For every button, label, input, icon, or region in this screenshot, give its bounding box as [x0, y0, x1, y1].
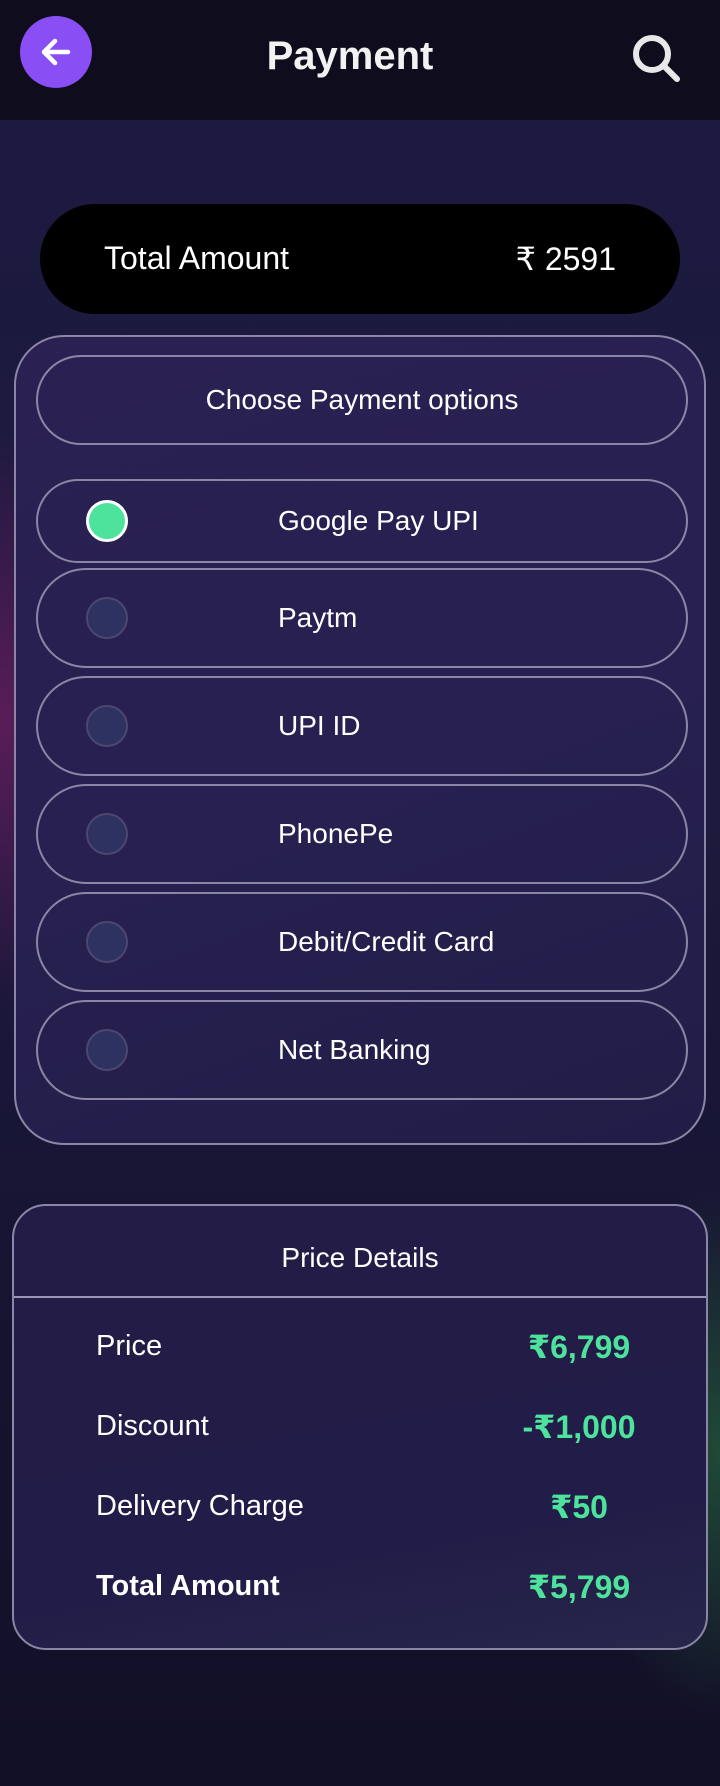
- total-amount-label: Total Amount: [104, 240, 289, 276]
- radio-net-banking[interactable]: [86, 1029, 128, 1071]
- search-button[interactable]: [628, 30, 684, 86]
- radio-upi-id[interactable]: [86, 705, 128, 747]
- option-label-google-pay-upi: Google Pay UPI: [278, 505, 479, 536]
- price-details-heading: Price Details: [281, 1242, 439, 1273]
- search-icon: [633, 35, 680, 82]
- price-details-panel: Price Details Price ₹6,799 Discount -₹1,…: [12, 1204, 708, 1650]
- payment-options-heading: Choose Payment options: [36, 355, 688, 445]
- option-label-phonepe: PhonePe: [278, 818, 394, 849]
- option-debit-credit-card[interactable]: Debit/Credit Card: [36, 892, 688, 992]
- option-net-banking[interactable]: Net Banking: [36, 1000, 688, 1100]
- radio-debit-credit-card[interactable]: [86, 921, 128, 963]
- payment-options-panel: Choose Payment options Google Pay UPI Pa…: [14, 335, 706, 1145]
- radio-google-pay-upi[interactable]: [86, 500, 128, 542]
- discount-value: -₹1,000: [522, 1409, 636, 1445]
- payment-options-heading-text: Choose Payment options: [205, 384, 519, 415]
- delivery-charge-value: ₹50: [550, 1489, 608, 1525]
- delivery-charge-label: Delivery Charge: [96, 1490, 304, 1522]
- divider: [14, 1296, 706, 1298]
- option-paytm[interactable]: Paytm: [36, 568, 688, 668]
- total-amount-value: ₹ 2591: [515, 241, 616, 277]
- option-google-pay-upi[interactable]: Google Pay UPI: [36, 479, 688, 563]
- price-label: Price: [96, 1330, 163, 1362]
- option-phonepe[interactable]: PhonePe: [36, 784, 688, 884]
- total-amount-row-label: Total Amount: [96, 1570, 280, 1602]
- option-label-upi-id: UPI ID: [278, 710, 361, 741]
- discount-label: Discount: [96, 1410, 209, 1442]
- option-label-paytm: Paytm: [278, 602, 358, 633]
- radio-paytm[interactable]: [86, 597, 128, 639]
- total-amount-row-value: ₹5,799: [527, 1569, 631, 1605]
- option-label-net-banking: Net Banking: [278, 1034, 431, 1065]
- radio-phonepe[interactable]: [86, 813, 128, 855]
- option-label-debit-credit-card: Debit/Credit Card: [278, 926, 495, 957]
- option-upi-id[interactable]: UPI ID: [36, 676, 688, 776]
- total-amount-bar: Total Amount ₹ 2591: [40, 204, 680, 314]
- page-title: Payment: [266, 34, 434, 78]
- price-value: ₹6,799: [527, 1329, 631, 1365]
- app-header: Payment: [0, 0, 720, 120]
